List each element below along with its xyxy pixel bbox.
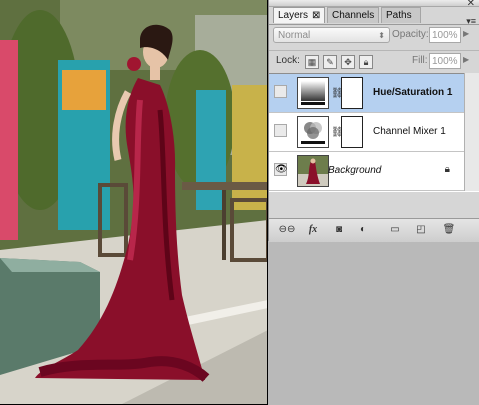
- layer-mask-thumbnail[interactable]: [341, 116, 363, 148]
- layer-row-hue-saturation[interactable]: ⛓ Hue/Saturation 1: [269, 74, 464, 113]
- canvas-edge: [0, 0, 268, 405]
- fill-slider-icon[interactable]: ▶: [463, 55, 469, 64]
- tab-paths[interactable]: Paths: [381, 7, 421, 23]
- lock-transparency-icon[interactable]: ▦: [305, 55, 319, 69]
- blend-row: Normal ⬍ Opacity: 100% ▶: [269, 24, 479, 47]
- new-group-icon[interactable]: ▭: [387, 223, 403, 237]
- layer-row-background[interactable]: 👁︎ Background 🔒︎: [269, 152, 464, 191]
- visibility-toggle[interactable]: [274, 85, 287, 98]
- opacity-slider-icon[interactable]: ▶: [463, 29, 469, 38]
- trash-icon[interactable]: 🗑︎: [441, 223, 457, 237]
- lock-row: Lock: ▦ ✎ ✥ 🔒︎ Fill: 100% ▶: [269, 50, 479, 73]
- layer-mask-thumbnail[interactable]: [341, 77, 363, 109]
- layer-name: Hue/Saturation 1: [373, 87, 453, 98]
- fx-icon[interactable]: fx: [303, 223, 323, 237]
- layer-row-channel-mixer[interactable]: ⛓ Channel Mixer 1: [269, 113, 464, 152]
- add-mask-icon[interactable]: ◙: [331, 223, 347, 237]
- lock-position-icon[interactable]: ✥: [341, 55, 355, 69]
- tab-layers-label: Layers: [278, 10, 309, 21]
- visibility-toggle[interactable]: [274, 124, 287, 137]
- tab-channels[interactable]: Channels: [327, 7, 379, 23]
- layers-scrollbar[interactable]: [464, 73, 479, 191]
- document-canvas[interactable]: [0, 0, 268, 405]
- lock-image-icon[interactable]: ✎: [323, 55, 337, 69]
- select-arrows-icon: ⬍: [378, 31, 385, 40]
- photo-thumbnail: [297, 155, 329, 187]
- new-adjustment-icon[interactable]: ◐: [355, 223, 371, 237]
- link-layers-icon[interactable]: ⊖⊖: [277, 223, 297, 237]
- new-layer-icon[interactable]: ◰: [413, 223, 429, 237]
- tab-channels-label: Channels: [332, 10, 375, 21]
- layers-list: ⛓ Hue/Saturation 1 ⛓ Channel Mixer 1 👁︎ …: [269, 73, 479, 192]
- panel-bottom-bar: ⊖⊖ fx ◙ ◐ ▭ ◰ 🗑︎: [269, 218, 479, 242]
- tab-paths-label: Paths: [386, 10, 412, 21]
- layer-name: Channel Mixer 1: [373, 126, 446, 137]
- layers-panel: ✕ Layers ⊠ Channels Paths ▾≡ Normal ⬍ Opa…: [268, 0, 479, 242]
- panel-tabs: Layers ⊠ Channels Paths ▾≡: [269, 7, 479, 26]
- lock-label: Lock:: [276, 55, 300, 66]
- blend-mode-value: Normal: [278, 30, 311, 41]
- opacity-label: Opacity:: [392, 29, 429, 40]
- panel-titlebar[interactable]: ✕: [269, 0, 479, 9]
- eye-icon[interactable]: 👁︎: [274, 163, 288, 176]
- lock-icon: 🔒︎: [444, 164, 450, 175]
- blend-mode-select[interactable]: Normal ⬍: [273, 27, 390, 43]
- tab-close-icon[interactable]: ⊠: [312, 10, 320, 21]
- channel-mixer-adjustment-icon: [297, 116, 329, 148]
- layer-name: Background: [328, 165, 382, 176]
- lock-all-icon[interactable]: 🔒︎: [359, 55, 373, 69]
- tab-layers[interactable]: Layers ⊠: [273, 7, 325, 23]
- opacity-field[interactable]: 100%: [429, 27, 461, 43]
- hue-saturation-adjustment-icon: [297, 77, 329, 109]
- fill-field[interactable]: 100%: [429, 53, 461, 69]
- fill-label: Fill:: [412, 55, 428, 66]
